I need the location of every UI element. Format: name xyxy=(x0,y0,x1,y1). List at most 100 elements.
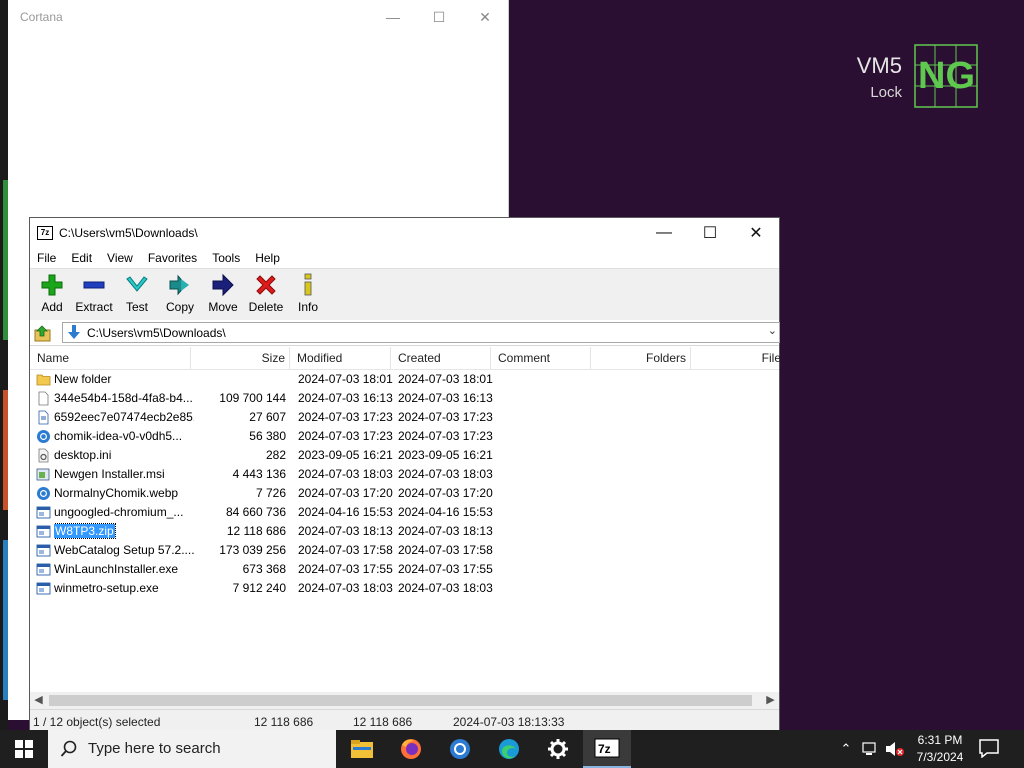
menu-edit[interactable]: Edit xyxy=(64,251,100,265)
file-row[interactable]: NormalnyChomik.webp 7 726 2024-07-03 17:20… xyxy=(30,484,779,503)
menu-file[interactable]: File xyxy=(30,251,64,265)
7zip-titlebar[interactable]: 7z C:\Users\vm5\Downloads\ — ☐ ✕ xyxy=(30,218,779,248)
col-created[interactable]: Created xyxy=(391,347,491,369)
scroll-right-icon[interactable]: ▶ xyxy=(762,692,779,709)
file-row[interactable]: New folder 2024-07-03 18:01 2024-07-03 18:… xyxy=(30,370,779,389)
test-button[interactable]: Test xyxy=(115,273,159,319)
7zip-maximize-button[interactable]: ☐ xyxy=(687,218,733,248)
address-path: C:\Users\vm5\Downloads\ xyxy=(87,326,226,340)
file-modified: 2024-04-16 15:53 xyxy=(298,505,393,519)
cortana-minimize-button[interactable]: — xyxy=(370,0,416,34)
taskbar-firefox[interactable] xyxy=(387,730,435,768)
menu-favorites[interactable]: Favorites xyxy=(141,251,205,265)
status-size: 12 118 686 xyxy=(254,715,314,729)
vm-logo: NG xyxy=(914,44,978,108)
toolbar: Add Extract Test Copy Move Delete Info xyxy=(30,268,779,322)
tray-network-icon[interactable] xyxy=(860,730,882,768)
file-row[interactable]: Newgen Installer.msi 4 443 136 2024-07-03 … xyxy=(30,465,779,484)
menu-help[interactable]: Help xyxy=(248,251,288,265)
text-file-icon xyxy=(36,410,51,425)
taskbar-7zip[interactable]: 7z xyxy=(583,730,631,768)
file-size: 4 443 136 xyxy=(232,467,286,481)
7zip-app-icon: 7z xyxy=(37,226,53,240)
col-name[interactable]: Name xyxy=(30,347,191,369)
copy-button[interactable]: Copy xyxy=(158,273,202,319)
file-created: 2024-07-03 17:23 xyxy=(398,429,493,443)
taskbar-chrome[interactable] xyxy=(436,730,484,768)
cortana-maximize-button[interactable]: ☐ xyxy=(416,0,462,34)
chrome-file-icon xyxy=(36,486,51,501)
file-size: 109 700 144 xyxy=(219,391,286,405)
settings-file-icon xyxy=(36,448,51,463)
taskbar-search[interactable]: Type here to search xyxy=(48,730,336,768)
cortana-close-button[interactable]: ✕ xyxy=(462,0,508,34)
exe-icon xyxy=(36,543,51,558)
exe-icon xyxy=(36,505,51,520)
file-row[interactable]: 344e54b4-158d-4fa8-b4... 109 700 144 2024-… xyxy=(30,389,779,408)
vm-sub: Lock xyxy=(870,84,902,101)
tray-expand-icon[interactable]: ⌃ xyxy=(836,730,856,768)
file-row[interactable]: WinLaunchInstaller.exe 673 368 2024-07-03 … xyxy=(30,560,779,579)
col-files[interactable]: File xyxy=(691,347,781,369)
file-name: 6592eec7e07474ecb2e85... xyxy=(54,410,194,424)
7zip-close-button[interactable]: ✕ xyxy=(733,218,779,248)
cortana-title: Cortana xyxy=(20,10,63,24)
svg-text:7z: 7z xyxy=(598,742,611,756)
menu-tools[interactable]: Tools xyxy=(205,251,248,265)
file-size: 27 607 xyxy=(249,410,286,424)
file-size: 673 368 xyxy=(242,562,286,576)
file-row[interactable]: chomik-idea-v0-v0dh5... 56 380 2024-07-03 … xyxy=(30,427,779,446)
address-dropdown-icon[interactable]: ⌄ xyxy=(768,324,777,337)
notification-icon[interactable] xyxy=(978,738,1002,760)
file-icon xyxy=(36,391,51,406)
info-button[interactable]: Info xyxy=(286,273,330,319)
file-row[interactable]: WebCatalog Setup 57.2.... 173 039 256 2024… xyxy=(30,541,779,560)
status-bar: 1 / 12 object(s) selected 12 118 686 12 … xyxy=(30,709,779,732)
file-row[interactable]: 6592eec7e07474ecb2e85... 27 607 2024-07-03… xyxy=(30,408,779,427)
file-modified: 2024-07-03 16:13 xyxy=(298,391,393,405)
file-modified: 2024-07-03 17:23 xyxy=(298,429,393,443)
file-row[interactable]: W8TP3.zip 12 118 686 2024-07-03 18:13 2024-… xyxy=(30,522,779,541)
start-button[interactable] xyxy=(0,730,48,768)
file-name: New folder xyxy=(54,372,112,386)
tray-volume-muted-icon[interactable] xyxy=(884,730,906,768)
file-created: 2024-07-03 17:55 xyxy=(398,562,493,576)
7zip-minimize-button[interactable]: — xyxy=(641,218,687,248)
vm-name: VM5 xyxy=(856,53,902,78)
folder-up-button[interactable] xyxy=(34,324,52,342)
file-created: 2024-07-03 17:23 xyxy=(398,410,493,424)
col-modified[interactable]: Modified xyxy=(290,347,391,369)
col-size[interactable]: Size xyxy=(191,347,290,369)
info-label: Info xyxy=(297,300,318,314)
file-size: 173 039 256 xyxy=(219,543,286,557)
add-button[interactable]: Add xyxy=(30,273,74,319)
horizontal-scrollbar[interactable]: ◀ ▶ xyxy=(30,692,779,709)
taskbar-file-explorer[interactable] xyxy=(338,730,386,768)
scrollbar-thumb[interactable] xyxy=(49,695,752,706)
file-size: 282 xyxy=(265,448,286,462)
menu-bar: File Edit View Favorites Tools Help xyxy=(30,248,779,268)
scroll-left-icon[interactable]: ◀ xyxy=(30,692,47,709)
taskbar-settings[interactable] xyxy=(534,730,582,768)
col-folders[interactable]: Folders xyxy=(591,347,691,369)
file-row[interactable]: ungoogled-chromium_... 84 660 736 2024-04-… xyxy=(30,503,779,522)
address-bar: C:\Users\vm5\Downloads\ ⌄ xyxy=(30,320,780,346)
address-input[interactable]: C:\Users\vm5\Downloads\ ⌄ xyxy=(62,322,780,343)
delete-button[interactable]: Delete xyxy=(244,273,288,319)
extract-button[interactable]: Extract xyxy=(72,273,116,319)
chrome-icon xyxy=(450,739,470,759)
file-size: 7 726 xyxy=(255,486,286,500)
move-label: Move xyxy=(208,300,238,314)
move-button[interactable]: Move xyxy=(201,273,245,319)
status-date: 2024-07-03 18:13:33 xyxy=(453,715,565,729)
file-size: 12 118 686 xyxy=(226,524,286,538)
col-comment[interactable]: Comment xyxy=(491,347,591,369)
file-created: 2024-07-03 17:58 xyxy=(398,543,493,557)
file-row[interactable]: desktop.ini 282 2023-09-05 16:21 2023-09-05… xyxy=(30,446,779,465)
file-row[interactable]: winmetro-setup.exe 7 912 240 2024-07-03 18… xyxy=(30,579,779,598)
taskbar-edge[interactable] xyxy=(485,730,533,768)
menu-view[interactable]: View xyxy=(100,251,141,265)
taskbar-clock[interactable]: 6:31 PM 7/3/2024 xyxy=(908,732,972,766)
file-name: winmetro-setup.exe xyxy=(54,581,159,595)
file-size: 7 912 240 xyxy=(232,581,286,595)
